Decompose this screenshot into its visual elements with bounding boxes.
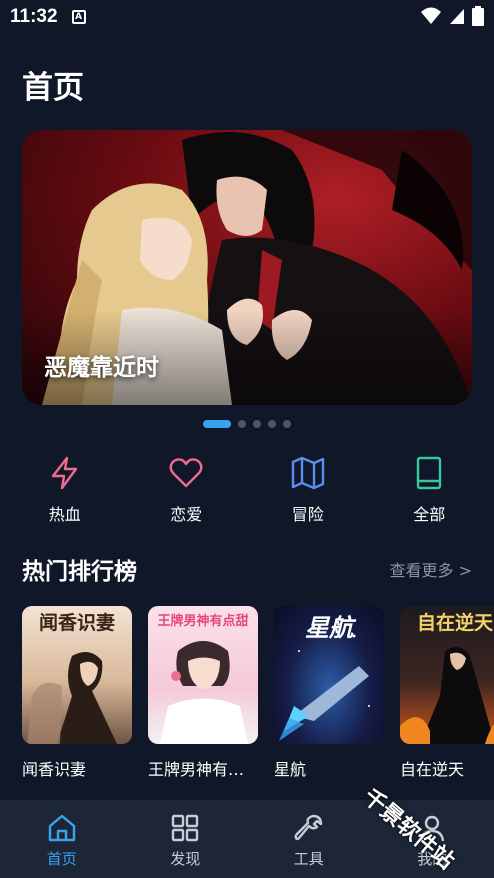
home-icon — [48, 814, 75, 842]
ranking-list: 闻香识妻 闻香识妻 王牌男神有点甜 王牌男神有… 星航 星航 自在逆天 自在逆天 — [22, 606, 494, 780]
category-hot-blood[interactable]: 热血 — [20, 455, 110, 525]
category-row: 热血 恋爱 冒险 全部 — [0, 455, 494, 525]
carousel-dot[interactable] — [238, 420, 246, 428]
nav-tools[interactable]: 工具 — [264, 812, 354, 869]
category-label: 热血 — [48, 505, 81, 524]
book-title: 自在逆天 — [400, 760, 465, 779]
wrench-icon — [294, 814, 322, 841]
category-all[interactable]: 全部 — [384, 455, 474, 525]
grid-icon — [172, 814, 199, 842]
book-cover: 自在逆天 — [400, 606, 494, 744]
book-cover-title: 自在逆天 — [416, 612, 493, 634]
nav-home[interactable]: 首页 — [17, 812, 107, 869]
nav-label: 工具 — [293, 850, 324, 868]
status-bar: 11:32 A — [0, 0, 494, 34]
book-cover: 王牌男神有点甜 — [148, 606, 258, 744]
page-title: 首页 — [22, 70, 84, 106]
see-more-link[interactable]: 查看更多 > — [390, 557, 473, 581]
nav-label: 发现 — [170, 850, 201, 868]
nav-discover[interactable]: 发现 — [140, 812, 230, 869]
book-cover-title: 星航 — [305, 613, 353, 642]
map-icon — [291, 456, 324, 490]
heart-icon — [169, 458, 203, 488]
book-card[interactable]: 自在逆天 自在逆天 — [400, 606, 494, 780]
category-label: 恋爱 — [170, 505, 203, 524]
book-card[interactable]: 闻香识妻 闻香识妻 — [22, 606, 132, 780]
battery-icon — [472, 6, 484, 26]
status-time: 11:32 — [10, 6, 58, 27]
carousel-dot[interactable] — [268, 420, 276, 428]
banner-caption: 恶魔靠近时 — [44, 355, 159, 381]
lightning-icon — [51, 456, 77, 490]
book-card[interactable]: 星航 星航 — [274, 606, 384, 780]
book-cover-title: 闻香识妻 — [38, 612, 115, 634]
book-title: 王牌男神有… — [148, 760, 245, 779]
carousel-dot[interactable] — [253, 420, 261, 428]
ranking-title: 热门排行榜 — [22, 559, 137, 585]
book-cover: 星航 — [274, 606, 384, 744]
book-icon — [417, 456, 442, 490]
book-title: 闻香识妻 — [22, 760, 87, 779]
carousel-dot[interactable] — [203, 420, 231, 428]
book-title: 星航 — [274, 760, 307, 779]
notification-icon: A — [71, 10, 86, 24]
category-label: 冒险 — [291, 505, 324, 524]
carousel-dot[interactable] — [283, 420, 291, 428]
carousel-indicator — [0, 420, 494, 428]
category-romance[interactable]: 恋爱 — [141, 455, 231, 525]
wifi-icon — [421, 7, 441, 24]
category-adventure[interactable]: 冒险 — [263, 455, 353, 525]
signal-icon — [450, 9, 464, 24]
category-label: 全部 — [413, 505, 446, 524]
featured-banner[interactable]: 恶魔靠近时 — [22, 130, 472, 405]
book-cover: 闻香识妻 — [22, 606, 132, 744]
status-icons — [420, 6, 484, 26]
nav-label: 首页 — [46, 850, 77, 868]
book-card[interactable]: 王牌男神有点甜 王牌男神有… — [148, 606, 258, 780]
book-cover-title: 王牌男神有点甜 — [157, 614, 249, 629]
